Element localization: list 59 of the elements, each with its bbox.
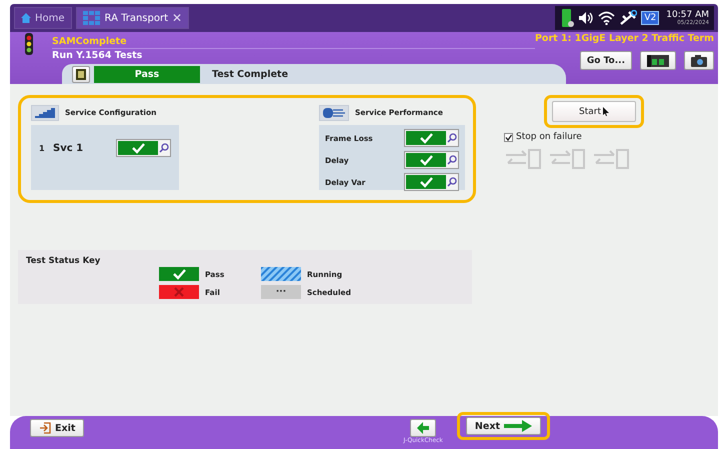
button-label: Exit [55, 422, 76, 434]
exit-icon [39, 422, 51, 434]
config-button[interactable] [31, 104, 59, 120]
speaker-icon [578, 11, 594, 25]
port-label: Port 1: 1GigE Layer 2 Traffic Term [534, 32, 714, 45]
back-button[interactable] [410, 419, 436, 437]
log-button[interactable] [72, 66, 90, 82]
meter-icon [647, 54, 669, 66]
cursor-icon [603, 107, 609, 116]
exchange-arrows-icon [592, 148, 630, 170]
search-icon [447, 155, 457, 165]
traffic-light-icon [24, 32, 34, 58]
exchange-arrows-icon [548, 148, 586, 170]
search-icon [159, 143, 169, 153]
result-cell[interactable] [404, 151, 459, 169]
scheduled-swatch: ··· [261, 285, 301, 299]
status-message: Test Complete [211, 68, 288, 80]
result-cell[interactable] [116, 139, 171, 157]
button-label: Next [474, 420, 500, 432]
result-indicator: Pass [94, 66, 200, 82]
camera-button[interactable] [684, 51, 714, 70]
search-icon [447, 177, 457, 187]
meter-button[interactable] [640, 51, 676, 70]
camera-icon [691, 54, 707, 66]
search-icon [447, 133, 457, 143]
grid-icon [82, 11, 101, 25]
status-key-title: Test Status Key [26, 256, 102, 266]
button-label: Start [579, 106, 601, 116]
version-badge: V2 [641, 11, 660, 25]
checkbox-label: Stop on failure [516, 132, 582, 142]
left-arrow-icon [417, 422, 430, 434]
bar-steps-icon [35, 108, 55, 118]
tab[interactable]: RA Transport ✕ [76, 7, 190, 29]
service-index: 1 [39, 144, 46, 152]
wifi-icon [598, 11, 616, 25]
next-button[interactable]: Next [466, 417, 541, 435]
right-arrow-icon [504, 420, 532, 432]
exit-button[interactable]: Exit [30, 419, 84, 437]
tab[interactable]: Home [14, 7, 72, 29]
tab-label: RA Transport [104, 12, 168, 24]
book-icon [76, 68, 86, 80]
home-icon [21, 13, 31, 23]
satellite-icon [619, 10, 638, 26]
result-cell[interactable] [404, 173, 459, 191]
service-name: Svc 1 [53, 142, 84, 154]
close-icon[interactable]: ✕ [172, 11, 182, 25]
test-subtitle: Run Y.1564 Tests [52, 48, 535, 62]
checkbox[interactable] [504, 132, 513, 142]
flow-arrows-icon [323, 108, 345, 118]
battery-icon [560, 8, 574, 28]
tab-label: Home [35, 12, 65, 24]
app-title: SAMComplete [52, 34, 128, 48]
clock-time: 10:57 AM [666, 10, 709, 20]
performance-button[interactable] [319, 104, 349, 120]
result-cell[interactable] [404, 129, 459, 147]
goto-button[interactable]: Go To... [580, 51, 632, 70]
checkmark-icon [505, 134, 512, 140]
exchange-arrows-icon [504, 148, 542, 170]
start-button[interactable]: Start [552, 101, 636, 122]
